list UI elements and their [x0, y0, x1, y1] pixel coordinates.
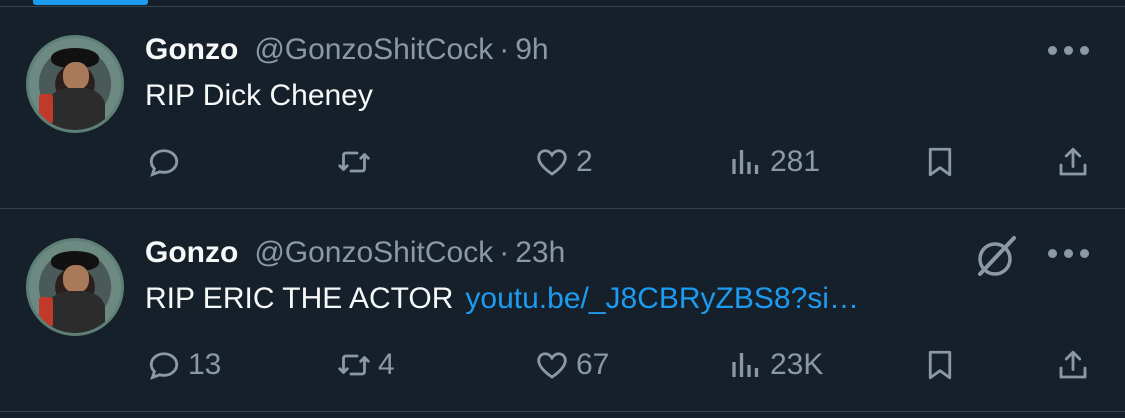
retweet-icon	[338, 354, 370, 376]
reply-button[interactable]	[146, 140, 182, 184]
display-name[interactable]: Gonzo	[145, 33, 238, 67]
tweet[interactable]: Gonzo @GonzoShitCock · 9h RIP Dick Chene…	[0, 7, 1125, 209]
grok-icon[interactable]	[970, 232, 1020, 282]
tweet-text: RIP Dick Cheney	[145, 79, 373, 113]
avatar[interactable]	[26, 238, 124, 336]
retweet-button[interactable]: 4	[336, 343, 395, 387]
user-handle[interactable]: @GonzoShitCock	[254, 236, 493, 270]
retweet-icon	[338, 151, 370, 173]
tweet[interactable]: Gonzo @GonzoShitCock · 23h RIP ERIC THE …	[0, 210, 1125, 412]
like-icon	[537, 352, 567, 379]
bookmark-icon	[928, 147, 952, 177]
bookmark-button[interactable]	[922, 140, 958, 184]
user-handle[interactable]: @GonzoShitCock	[254, 33, 493, 67]
reply-icon	[149, 149, 179, 177]
more-options-button[interactable]	[1048, 43, 1092, 57]
reply-icon	[149, 352, 179, 380]
bookmark-icon	[928, 350, 952, 380]
reply-count: 13	[188, 348, 222, 381]
views-button[interactable]: 281	[728, 140, 820, 184]
more-icon	[1048, 248, 1057, 258]
more-options-button[interactable]	[1048, 246, 1092, 260]
tweet-link[interactable]: youtu.be/_J8CBRyZBS8?si…	[465, 282, 859, 315]
timestamp[interactable]: 9h	[515, 33, 548, 67]
view-count: 281	[770, 145, 821, 178]
avatar[interactable]	[26, 35, 124, 133]
tweet-actions: 2 281	[0, 140, 1125, 184]
retweet-count: 4	[378, 348, 395, 381]
tweet-body: RIP Dick Cheney	[145, 79, 373, 112]
tweet-header: Gonzo @GonzoShitCock · 9h	[145, 33, 549, 67]
share-button[interactable]	[1055, 140, 1091, 184]
display-name[interactable]: Gonzo	[145, 236, 238, 270]
separator: ·	[499, 33, 510, 66]
tweet-header: Gonzo @GonzoShitCock · 23h	[145, 236, 565, 270]
active-tab-indicator	[33, 0, 148, 5]
reply-button[interactable]: 13	[146, 343, 221, 387]
like-button[interactable]: 67	[534, 343, 609, 387]
views-button[interactable]: 23K	[728, 343, 823, 387]
like-button[interactable]: 2	[534, 140, 593, 184]
separator: ·	[499, 236, 510, 269]
tweet-actions: 13 4 67 23K	[0, 343, 1125, 387]
retweet-button[interactable]	[336, 140, 372, 184]
more-icon	[1048, 45, 1057, 55]
bookmark-button[interactable]	[922, 343, 958, 387]
like-count: 67	[576, 348, 610, 381]
timestamp[interactable]: 23h	[515, 236, 565, 270]
share-icon	[1059, 350, 1087, 379]
views-icon	[732, 353, 759, 377]
tweet-body: RIP ERIC THE ACTOR	[145, 282, 454, 315]
like-icon	[537, 149, 567, 176]
tweet-text: RIP ERIC THE ACTOR youtu.be/_J8CBRyZBS8?s…	[145, 282, 859, 316]
view-count: 23K	[770, 348, 824, 381]
share-icon	[1059, 147, 1087, 176]
share-button[interactable]	[1055, 343, 1091, 387]
like-count: 2	[576, 145, 593, 178]
views-icon	[732, 150, 759, 174]
